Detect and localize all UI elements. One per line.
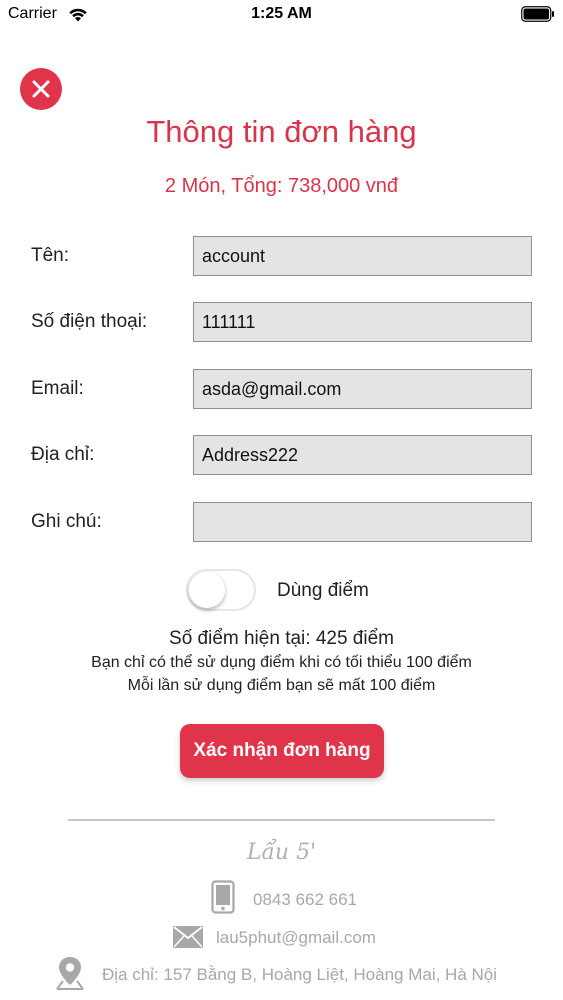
close-icon bbox=[32, 80, 50, 98]
close-button[interactable] bbox=[20, 68, 62, 110]
footer-phone[interactable]: 0843 662 661 bbox=[253, 890, 357, 910]
points-min-note: Bạn chỉ có thể sử dụng điểm khi có tối t… bbox=[91, 654, 472, 671]
address-input[interactable] bbox=[193, 435, 532, 475]
name-row: Tên: bbox=[0, 236, 563, 276]
footer-address-row: Địa chỉ: 157 Bằng B, Hoàng Liệt, Hoàng M… bbox=[0, 955, 563, 990]
status-bar: Carrier 1:25 AM bbox=[0, 0, 563, 30]
note-label: Ghi chú: bbox=[31, 511, 102, 532]
name-input[interactable] bbox=[193, 236, 532, 276]
brand-name: Lẩu 5' bbox=[246, 840, 317, 865]
name-label: Tên: bbox=[31, 245, 70, 266]
email-input[interactable] bbox=[193, 369, 532, 409]
address-row: Địa chỉ: bbox=[0, 435, 563, 475]
email-row: Email: bbox=[0, 369, 563, 409]
current-points: Số điểm hiện tại: 425 điểm bbox=[169, 628, 394, 649]
mail-icon bbox=[173, 926, 203, 948]
note-input[interactable] bbox=[193, 502, 532, 542]
address-label: Địa chỉ: bbox=[31, 444, 95, 465]
use-points-toggle[interactable] bbox=[186, 569, 256, 611]
footer-email[interactable]: lau5phut@gmail.com bbox=[216, 928, 376, 948]
use-points-label: Dùng điểm bbox=[277, 580, 369, 601]
toggle-knob bbox=[189, 572, 225, 608]
battery-icon bbox=[521, 6, 554, 22]
page-title: Thông tin đơn hàng bbox=[146, 114, 417, 149]
confirm-order-button[interactable]: Xác nhận đơn hàng bbox=[180, 724, 384, 778]
order-summary: 2 Món, Tổng: 738,000 vnđ bbox=[164, 175, 399, 197]
phone-label: Số điện thoại: bbox=[31, 311, 148, 332]
location-pin-icon bbox=[56, 957, 84, 990]
phone-input[interactable] bbox=[193, 302, 532, 342]
divider bbox=[68, 819, 495, 821]
phone-row: Số điện thoại: bbox=[0, 302, 563, 342]
note-row: Ghi chú: bbox=[0, 502, 563, 542]
footer-address: Địa chỉ: 157 Bằng B, Hoàng Liệt, Hoàng M… bbox=[102, 965, 498, 984]
phone-icon bbox=[211, 880, 235, 914]
footer-phone-row: 0843 662 661 bbox=[0, 880, 563, 914]
points-cost-note: Mỗi lần sử dụng điểm bạn sẽ mất 100 điểm bbox=[127, 677, 436, 694]
email-label: Email: bbox=[31, 378, 84, 399]
footer-email-row: lau5phut@gmail.com bbox=[0, 924, 563, 958]
clock: 1:25 AM bbox=[251, 5, 312, 22]
